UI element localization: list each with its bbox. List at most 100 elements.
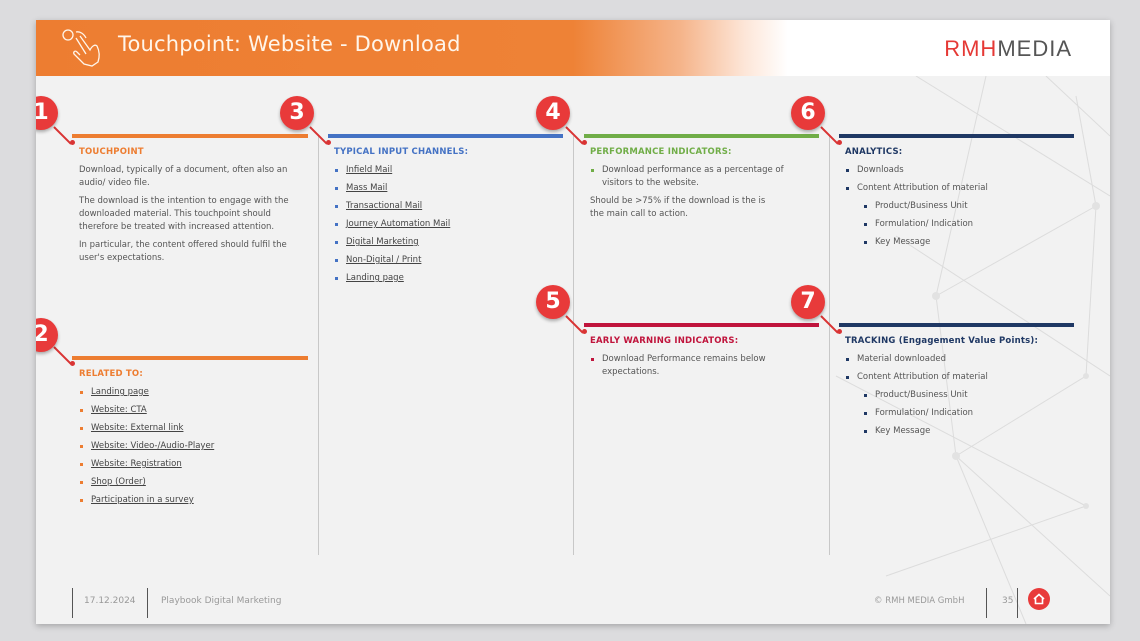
performance-bar (584, 134, 819, 138)
hand-pointer-icon (62, 29, 100, 67)
list-item[interactable]: Website: Video-/Audio-Player (79, 440, 304, 453)
footer-title: Playbook Digital Marketing (161, 596, 282, 606)
home-icon (1033, 593, 1045, 605)
sub-list-item: Key Message (845, 425, 1070, 438)
badge-connector (53, 346, 72, 365)
channel-link[interactable]: Infield Mail (346, 165, 392, 175)
related-list: Landing page Website: CTA Website: Exter… (79, 386, 304, 507)
list-item[interactable]: Mass Mail (334, 182, 559, 195)
analytics-list: Downloads Content Attribution of materia… (845, 164, 1070, 249)
section-heading: EARLY WARNING INDICATORS: (590, 336, 739, 346)
channel-link[interactable]: Transactional Mail (346, 201, 422, 211)
section-text: In particular, the content offered shoul… (79, 240, 287, 263)
slide-footer: 17.12.2024 Playbook Digital Marketing © … (36, 580, 1110, 624)
badge-connector (53, 126, 72, 145)
tracking-section: TRACKING (Engagement Value Points): Mate… (845, 335, 1070, 443)
warning-section: EARLY WARNING INDICATORS: Download Perfo… (590, 335, 800, 384)
sub-list-item: Key Message (845, 236, 1070, 249)
connector-dot (582, 140, 587, 145)
list-item[interactable]: Transactional Mail (334, 200, 559, 213)
related-link[interactable]: Landing page (91, 387, 149, 397)
column-divider (573, 136, 574, 555)
related-bar (72, 356, 308, 360)
channel-link[interactable]: Mass Mail (346, 183, 387, 193)
related-link[interactable]: Website: Video-/Audio-Player (91, 441, 214, 451)
warning-list: Download Performance remains below expec… (590, 353, 800, 379)
footer-date: 17.12.2024 (84, 596, 136, 606)
channel-link[interactable]: Non-Digital / Print (346, 255, 421, 265)
section-text: The download is the intention to engage … (79, 196, 289, 232)
list-item[interactable]: Landing page (334, 272, 559, 285)
list-item[interactable]: Infield Mail (334, 164, 559, 177)
list-item[interactable]: Journey Automation Mail (334, 218, 559, 231)
page-number: 35 (1002, 596, 1014, 606)
slide-header: Touchpoint: Website - Download RMHMEDIA (36, 20, 1110, 76)
related-link[interactable]: Website: CTA (91, 405, 147, 415)
list-item: Download performance as a percentage of … (590, 164, 815, 190)
page-title: Touchpoint: Website - Download (118, 32, 461, 56)
footer-divider (1017, 588, 1018, 618)
channel-link[interactable]: Landing page (346, 273, 404, 283)
list-item[interactable]: Digital Marketing (334, 236, 559, 249)
footer-copyright: © RMH MEDIA GmbH (874, 596, 965, 606)
related-link[interactable]: Website: Registration (91, 459, 182, 469)
list-item[interactable]: Website: External link (79, 422, 304, 435)
performance-section: PERFORMANCE INDICATORS: Download perform… (590, 146, 815, 226)
home-button[interactable] (1028, 588, 1050, 610)
list-item[interactable]: Shop (Order) (79, 476, 304, 489)
sub-list-item: Product/Business Unit (845, 200, 1070, 213)
analytics-section: ANALYTICS: Downloads Content Attribution… (845, 146, 1070, 254)
related-link[interactable]: Website: External link (91, 423, 183, 433)
sub-list-item: Product/Business Unit (845, 389, 1070, 402)
badge-4: 4 (536, 96, 570, 130)
touchpoint-section: TOUCHPOINT Download, typically of a docu… (79, 146, 299, 270)
badge-1: 1 (36, 96, 58, 130)
badge-6: 6 (791, 96, 825, 130)
section-heading: ANALYTICS: (845, 147, 903, 157)
badge-3: 3 (280, 96, 314, 130)
badge-connector (565, 315, 584, 334)
section-text: Download, typically of a document, often… (79, 165, 288, 188)
channel-link[interactable]: Journey Automation Mail (346, 219, 450, 229)
channel-link[interactable]: Digital Marketing (346, 237, 419, 247)
slide: Touchpoint: Website - Download RMHMEDIA (36, 20, 1110, 624)
badge-connector (565, 126, 584, 145)
list-item: Downloads (845, 164, 1070, 177)
list-item[interactable]: Website: CTA (79, 404, 304, 417)
list-item: Content Attribution of material (845, 182, 1070, 195)
section-heading: TYPICAL INPUT CHANNELS: (334, 147, 469, 157)
company-logo: RMHMEDIA (944, 36, 1072, 61)
channels-list: Infield Mail Mass Mail Transactional Mai… (334, 164, 559, 285)
related-section: RELATED TO: Landing page Website: CTA We… (79, 368, 304, 512)
connector-dot (837, 140, 842, 145)
footer-divider (72, 588, 73, 618)
related-link[interactable]: Shop (Order) (91, 477, 146, 487)
list-item[interactable]: Website: Registration (79, 458, 304, 471)
tracking-bar (839, 323, 1074, 327)
warning-bar (584, 323, 819, 327)
list-item: Material downloaded (845, 353, 1070, 366)
section-heading: TRACKING (Engagement Value Points): (845, 336, 1039, 346)
list-item: Download Performance remains below expec… (590, 353, 800, 379)
analytics-bar (839, 134, 1074, 138)
section-heading: PERFORMANCE INDICATORS: (590, 147, 732, 157)
column-divider (318, 136, 319, 555)
connector-dot (837, 329, 842, 334)
sub-list-item: Formulation/ Indication (845, 218, 1070, 231)
section-heading: RELATED TO: (79, 369, 143, 379)
list-item[interactable]: Non-Digital / Print (334, 254, 559, 267)
performance-list: Download performance as a percentage of … (590, 164, 815, 190)
connector-dot (582, 329, 587, 334)
sub-list-item: Formulation/ Indication (845, 407, 1070, 420)
badge-5: 5 (536, 285, 570, 319)
footer-divider (147, 588, 148, 618)
touchpoint-bar (72, 134, 308, 138)
related-link[interactable]: Participation in a survey (91, 495, 194, 505)
footer-divider (986, 588, 987, 618)
list-item[interactable]: Participation in a survey (79, 494, 304, 507)
connector-dot (70, 140, 75, 145)
badge-7: 7 (791, 285, 825, 319)
list-item[interactable]: Landing page (79, 386, 304, 399)
connector-dot (70, 361, 75, 366)
column-divider (829, 136, 830, 555)
